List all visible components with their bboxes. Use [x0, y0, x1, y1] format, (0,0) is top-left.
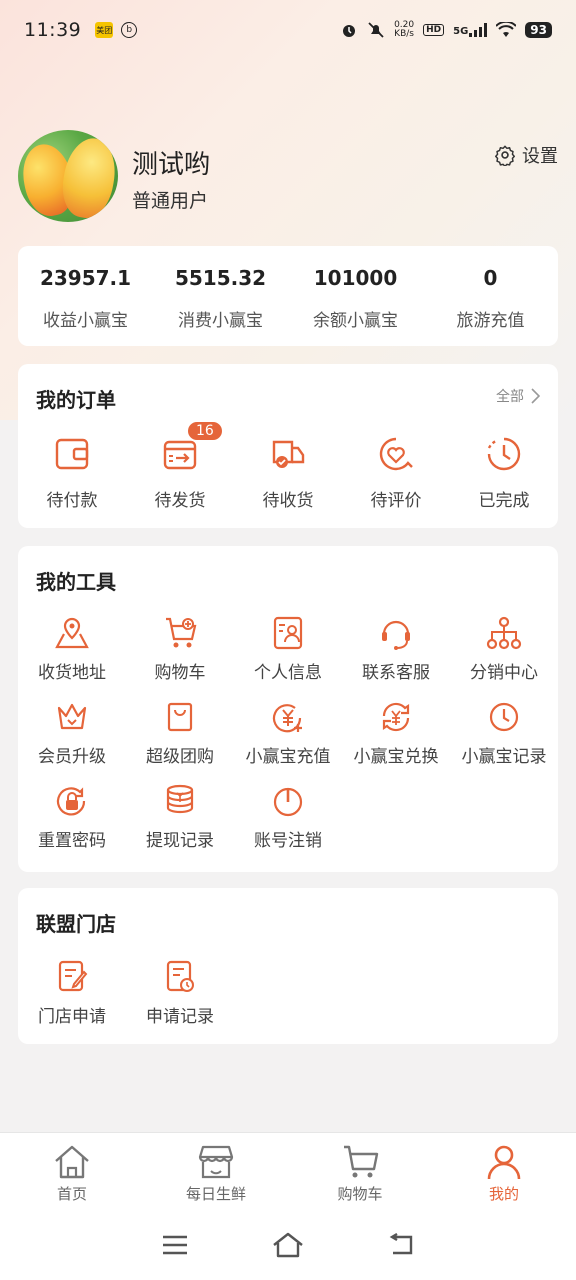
- clock-done-icon: [487, 437, 521, 471]
- tool-cart[interactable]: 购物车: [126, 614, 234, 698]
- system-home-icon[interactable]: [272, 1232, 304, 1258]
- settings-button[interactable]: 设置: [494, 142, 558, 168]
- truck-icon: [272, 440, 305, 468]
- headset-icon: [382, 620, 410, 650]
- power-icon: [273, 787, 303, 817]
- orders-title: 我的订单: [36, 388, 116, 412]
- nav-home[interactable]: 首页: [0, 1133, 144, 1210]
- tool-customer-service[interactable]: 联系客服: [342, 614, 450, 698]
- order-pending-shipment[interactable]: 16 待发货: [126, 420, 234, 511]
- tools-card: 我的工具 收货地址 购物车 个人信息 联系客服 分销中心 会员升级 超级团购 小…: [18, 546, 558, 872]
- network-icon: [486, 616, 522, 650]
- doc-clock-icon: [166, 960, 194, 992]
- username: 测试哟: [132, 150, 211, 180]
- edit-doc-icon: [58, 960, 88, 992]
- chevron-right-icon: [531, 388, 540, 404]
- wifi-icon: [496, 22, 517, 37]
- store-apply-record[interactable]: 申请记录: [126, 958, 234, 1042]
- app-notification-icon-2: b: [121, 22, 138, 38]
- back-icon[interactable]: [387, 1233, 415, 1257]
- battery-level: 93: [525, 22, 552, 38]
- tool-address[interactable]: 收货地址: [18, 614, 126, 698]
- bag-icon: [167, 702, 193, 732]
- stat-income[interactable]: 23957.1 收益小赢宝: [18, 246, 153, 346]
- order-pending-receipt[interactable]: 待收货: [234, 434, 342, 511]
- cart-icon: [166, 617, 197, 648]
- alarm-icon: [343, 25, 356, 37]
- yuan-exchange-icon: [382, 702, 410, 732]
- network-type: 5G: [453, 23, 488, 37]
- store-apply[interactable]: 门店申请: [18, 958, 126, 1042]
- system-nav-bar: [0, 1210, 576, 1280]
- signal-icon: [469, 23, 488, 37]
- orders-card: 我的订单 全部 待付款 16 待发货 待收货 待评价 已完成: [18, 364, 558, 528]
- tool-record[interactable]: 小赢宝记录: [450, 698, 558, 782]
- hd-badge: HD: [423, 24, 445, 36]
- stat-travel[interactable]: 0 旅游充值: [423, 246, 558, 346]
- balance-stats-card: 23957.1 收益小赢宝 5515.32 消费小赢宝 101000 余额小赢宝 0旅…: [18, 246, 558, 346]
- avatar[interactable]: [18, 130, 118, 222]
- stores-title: 联盟门店: [36, 912, 116, 936]
- tool-group-buy[interactable]: 超级团购: [126, 698, 234, 782]
- tool-personal-info[interactable]: 个人信息: [234, 614, 342, 698]
- tool-recharge[interactable]: 小赢宝充值: [234, 698, 342, 782]
- order-pending-review[interactable]: 待评价: [342, 434, 450, 511]
- tool-reset-password[interactable]: 重置密码: [18, 782, 126, 866]
- settings-label: 设置: [522, 146, 558, 167]
- tools-title: 我的工具: [36, 570, 116, 594]
- coins-icon: [166, 784, 194, 814]
- menu-icon[interactable]: [161, 1234, 189, 1256]
- profile-header: 测试哟 普通用户 设置: [18, 130, 558, 230]
- tool-withdraw-record[interactable]: 提现记录: [126, 782, 234, 866]
- tool-distribution[interactable]: 分销中心: [450, 614, 558, 698]
- user-icon: [487, 1145, 521, 1180]
- shipment-count-badge: 16: [186, 420, 224, 442]
- yuan-recharge-icon: [272, 704, 302, 733]
- nav-cart[interactable]: 购物车: [288, 1133, 432, 1210]
- user-type: 普通用户: [132, 190, 209, 212]
- tool-exchange[interactable]: 小赢宝兑换: [342, 698, 450, 782]
- nav-fresh[interactable]: 每日生鲜: [144, 1133, 288, 1210]
- status-bar: 11:39 美团 b 0.20 KB/s HD 5G 93: [0, 0, 576, 60]
- orders-all-link[interactable]: 全部: [496, 386, 540, 406]
- network-speed: 0.20 KB/s: [394, 20, 415, 39]
- review-heart-icon: [379, 437, 413, 471]
- crown-icon: [57, 703, 87, 730]
- wallet-icon: [55, 438, 89, 470]
- tool-member-upgrade[interactable]: 会员升级: [18, 698, 126, 782]
- order-pending-payment[interactable]: 待付款: [18, 434, 126, 511]
- nav-mine[interactable]: 我的: [432, 1133, 576, 1210]
- order-completed[interactable]: 已完成: [450, 434, 558, 511]
- store-icon: [198, 1145, 234, 1179]
- map-pin-icon: [55, 617, 89, 649]
- mute-bell-icon: [368, 22, 384, 38]
- clock-record-icon: [489, 702, 519, 732]
- stores-card: 联盟门店 门店申请 申请记录: [18, 888, 558, 1044]
- profile-card-icon: [273, 616, 303, 650]
- home-icon: [55, 1145, 89, 1179]
- cart-nav-icon: [344, 1145, 379, 1178]
- status-time: 11:39: [24, 19, 82, 41]
- stat-balance[interactable]: 101000 余额小赢宝: [288, 246, 423, 346]
- stat-consume[interactable]: 5515.32 消费小赢宝: [153, 246, 288, 346]
- lock-reset-icon: [56, 787, 86, 816]
- gear-icon: [495, 145, 515, 166]
- bottom-nav: 首页 每日生鲜 购物车 我的: [0, 1132, 576, 1210]
- app-notification-icon: 美团: [95, 22, 114, 38]
- tool-delete-account[interactable]: 账号注销: [234, 782, 342, 866]
